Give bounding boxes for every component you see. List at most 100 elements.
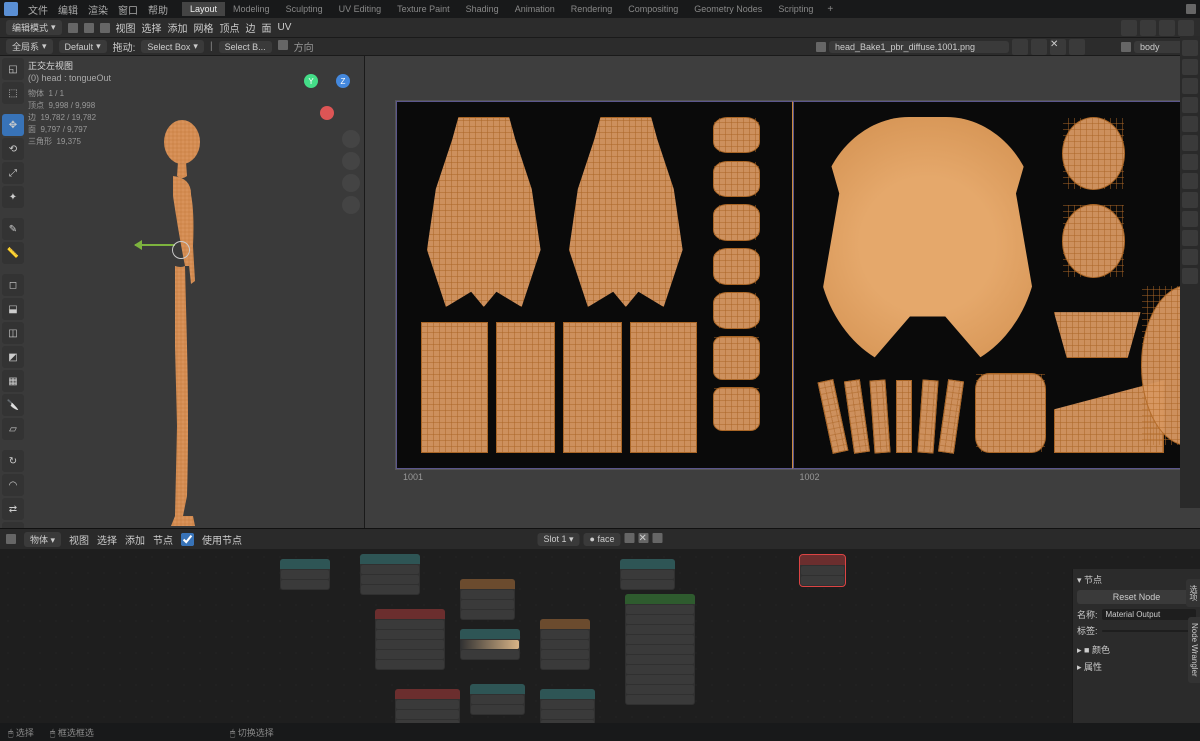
tool-loopcut[interactable]: ▦	[2, 370, 24, 392]
tab-layout[interactable]: Layout	[182, 2, 225, 16]
overlay-icon[interactable]	[1159, 20, 1175, 36]
3d-viewport[interactable]: ◱ ⬚ ✥ ⟲ ⤢ ✦ ✎ 📏 ◻ ⬓ ◫ ◩ ▦ 🔪 ▱ ↻ ◠ ⇄ ⊙ ⤡	[0, 56, 365, 528]
tab-animation[interactable]: Animation	[507, 2, 563, 16]
hdr-view[interactable]: 视图	[116, 20, 136, 35]
prop-material-icon[interactable]	[1182, 249, 1198, 265]
tool-slide[interactable]: ⇄	[2, 498, 24, 520]
navigation-gizmo[interactable]: Y Z	[304, 74, 350, 120]
mat-pin-icon[interactable]	[653, 533, 663, 543]
prop-texture-icon[interactable]	[1182, 268, 1198, 284]
hdr-add[interactable]: 添加	[168, 20, 188, 35]
hdr-vertex[interactable]: 顶点	[220, 20, 240, 35]
panel-section-color[interactable]: ▸ ■ 颜色	[1077, 643, 1196, 656]
select-mode[interactable]: Select B...	[219, 41, 272, 53]
prop-output-icon[interactable]	[1182, 59, 1198, 75]
open-image-icon[interactable]	[1031, 39, 1047, 55]
tab-rendering[interactable]: Rendering	[563, 2, 621, 16]
panel-section-props[interactable]: ▸ 属性	[1077, 660, 1196, 673]
axis-y[interactable]: Y	[304, 74, 318, 88]
tool-extrude[interactable]: ⬓	[2, 298, 24, 320]
xray-icon[interactable]	[1178, 20, 1194, 36]
mat-unlink-icon[interactable]: ✕	[639, 533, 649, 543]
node-mode-dropdown[interactable]: 物体 ▾	[24, 532, 61, 547]
drag-mode-dropdown[interactable]: Select Box ▾	[141, 40, 204, 53]
uv-canvas[interactable]: 1001 1002	[395, 100, 1190, 470]
tool-rotate[interactable]: ⟲	[2, 138, 24, 160]
hdr-mesh[interactable]: 网格	[194, 20, 214, 35]
node-hdr-select[interactable]: 选择	[97, 532, 117, 547]
prop-view-icon[interactable]	[1182, 78, 1198, 94]
vertex-select-icon[interactable]	[68, 23, 78, 33]
tab-sculpting[interactable]: Sculpting	[278, 2, 331, 16]
prop-object-icon[interactable]	[1182, 135, 1198, 151]
tab-compositing[interactable]: Compositing	[620, 2, 686, 16]
proportional-edit-icon[interactable]	[1140, 20, 1156, 36]
use-nodes-checkbox[interactable]	[181, 533, 194, 546]
tool-transform[interactable]: ✦	[2, 186, 24, 208]
tool-measure[interactable]: 📏	[2, 242, 24, 264]
node-name-field[interactable]: Material Output	[1102, 609, 1196, 620]
camera-view-icon[interactable]	[342, 174, 360, 192]
add-workspace-button[interactable]: +	[821, 4, 839, 15]
tab-geometry-nodes[interactable]: Geometry Nodes	[686, 2, 770, 16]
menu-help[interactable]: 帮助	[148, 2, 168, 17]
hdr-face[interactable]: 面	[262, 20, 272, 35]
face-select-icon[interactable]	[100, 23, 110, 33]
menu-file[interactable]: 文件	[28, 2, 48, 17]
prop-constraint-icon[interactable]	[1182, 211, 1198, 227]
tab-scripting[interactable]: Scripting	[770, 2, 821, 16]
hdr-select[interactable]: 选择	[142, 20, 162, 35]
orientation-dropdown[interactable]: 全局系 ▾	[6, 39, 53, 54]
pivot-dropdown[interactable]: Default ▾	[59, 40, 107, 53]
menu-render[interactable]: 渲染	[88, 2, 108, 17]
prop-world-icon[interactable]	[1182, 116, 1198, 132]
editor-type-icon[interactable]	[6, 534, 16, 544]
node-label-field[interactable]	[1102, 630, 1196, 632]
edge-select-icon[interactable]	[84, 23, 94, 33]
pin-icon[interactable]	[1069, 39, 1085, 55]
tool-poly[interactable]: ▱	[2, 418, 24, 440]
tab-modeling[interactable]: Modeling	[225, 2, 278, 16]
axis-z[interactable]: Z	[336, 74, 350, 88]
mode-dropdown[interactable]: 编辑模式 ▾	[6, 20, 62, 35]
tool-scale[interactable]: ⤢	[2, 162, 24, 184]
pan-icon[interactable]	[342, 152, 360, 170]
axis-x[interactable]	[320, 106, 334, 120]
perspective-icon[interactable]	[342, 196, 360, 214]
material-dropdown[interactable]: ● face	[584, 533, 621, 546]
hdr-uv[interactable]: UV	[278, 22, 292, 33]
node-graph[interactable]: ▾ 节点 Reset Node 名称:Material Output 标签: ▸…	[0, 549, 1200, 723]
tab-uv-editing[interactable]: UV Editing	[331, 2, 390, 16]
prop-scene-icon[interactable]	[1182, 97, 1198, 113]
new-image-icon[interactable]	[1012, 39, 1028, 55]
side-tab-wrangler[interactable]: Node Wrangler	[1188, 617, 1200, 683]
panel-section-node[interactable]: ▾ 节点	[1077, 573, 1196, 586]
move-gizmo-y[interactable]	[135, 244, 175, 246]
prop-mesh-icon[interactable]	[1182, 230, 1198, 246]
tool-knife[interactable]: 🔪	[2, 394, 24, 416]
tool-smooth[interactable]: ◠	[2, 474, 24, 496]
node-hdr-node[interactable]: 节点	[153, 532, 173, 547]
tool-cursor[interactable]: ◱	[2, 58, 24, 80]
reset-node-button[interactable]: Reset Node	[1077, 590, 1196, 604]
uv-editor[interactable]: 1001 1002	[365, 56, 1200, 528]
tool-move[interactable]: ✥	[2, 114, 24, 136]
tool-bevel[interactable]: ◩	[2, 346, 24, 368]
hdr-edge[interactable]: 边	[246, 20, 256, 35]
prop-modifier-icon[interactable]	[1182, 154, 1198, 170]
tab-texture-paint[interactable]: Texture Paint	[389, 2, 458, 16]
unlink-icon[interactable]: ✕	[1050, 39, 1066, 55]
prop-physics-icon[interactable]	[1182, 192, 1198, 208]
menu-edit[interactable]: 编辑	[58, 2, 78, 17]
slot-dropdown[interactable]: Slot 1 ▾	[538, 533, 580, 546]
tool-add-cube[interactable]: ◻	[2, 274, 24, 296]
mat-new-icon[interactable]	[625, 533, 635, 543]
snap-icon[interactable]	[1121, 20, 1137, 36]
node-hdr-view[interactable]: 视图	[69, 532, 89, 547]
image-file-name[interactable]: head_Bake1_pbr_diffuse.1001.png	[829, 41, 1009, 53]
tab-shading[interactable]: Shading	[458, 2, 507, 16]
tool-spin[interactable]: ↻	[2, 450, 24, 472]
move-gizmo-center[interactable]	[172, 241, 190, 259]
side-tab-options[interactable]: 选项	[1186, 579, 1200, 607]
tool-annotate[interactable]: ✎	[2, 218, 24, 240]
